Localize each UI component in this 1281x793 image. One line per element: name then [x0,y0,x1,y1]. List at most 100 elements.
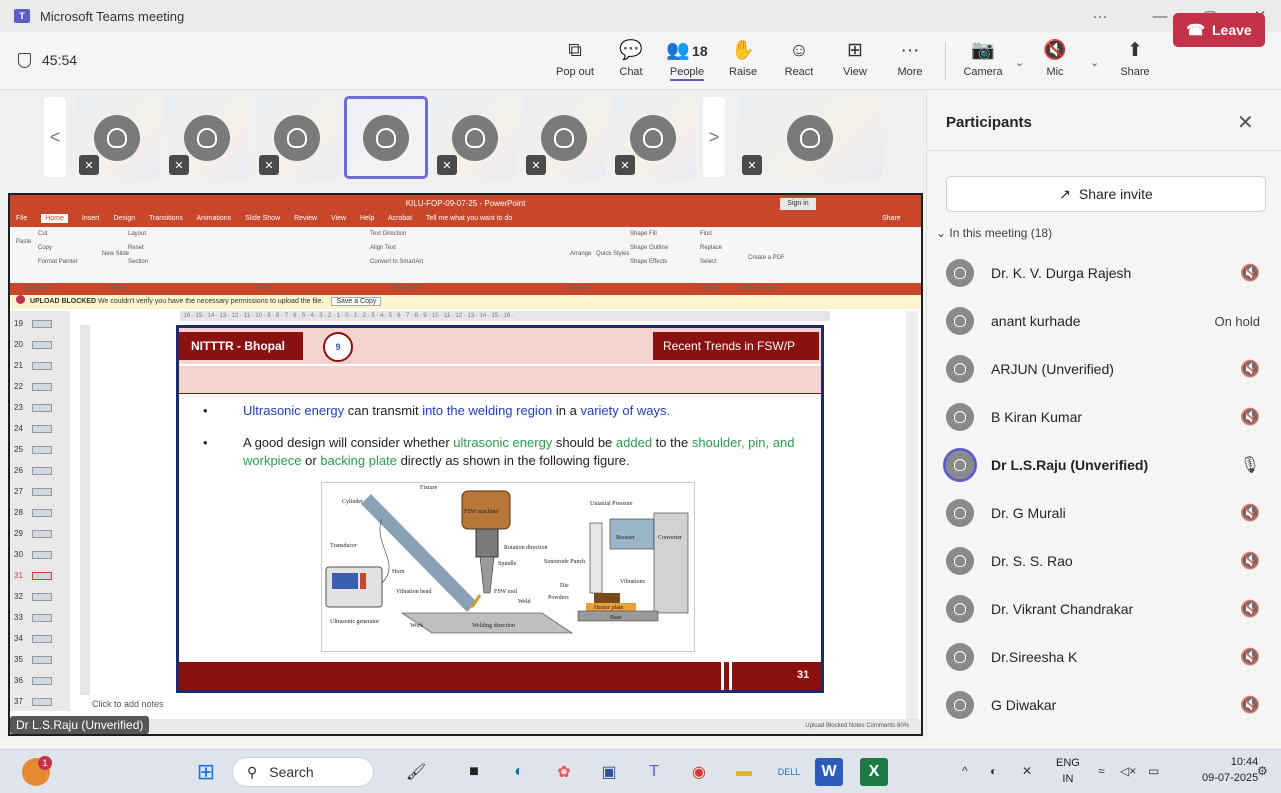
minimize-button[interactable]: — [1143,0,1177,32]
people-button[interactable]: 👥 18 People [662,40,712,86]
slide-thumbnail[interactable] [32,656,52,664]
slide-thumbnail[interactable] [32,677,52,685]
store-icon[interactable]: ▣ [595,758,623,786]
view-button[interactable]: ⊞ View [830,40,880,86]
camera-chevron-down-icon[interactable]: ⌄ [1015,56,1024,69]
camera-button[interactable]: 📷 Camera [958,40,1008,86]
ppt-shape-outline[interactable]: Shape Outline [630,245,668,251]
slide-thumb-number[interactable]: 20 [14,340,23,349]
in-meeting-section-toggle[interactable]: ⌄ In this meeting (18) [936,226,1052,240]
slide-thumbnail[interactable] [32,488,52,496]
ppt-tab-slideshow[interactable]: Slide Show [245,215,280,222]
copilot-icon[interactable]: ✿ [550,758,578,786]
ppt-tab-animations[interactable]: Animations [197,215,232,222]
popout-button[interactable]: ⧉ Pop out [550,40,600,86]
leave-button[interactable]: ☎ Leave [1173,13,1265,47]
slide-thumbnail-pane[interactable]: 19 20 21 22 23 24 25 26 27 28 29 30 31 32 33 34 35 36 37 [10,311,70,711]
slide-thumb-number[interactable]: 34 [14,634,23,643]
video-tile[interactable]: ✕ [522,96,606,179]
ppt-align-text[interactable]: Align Text [370,245,396,251]
share-invite-button[interactable]: ↗ Share invite [946,176,1266,212]
slide-thumbnail[interactable] [32,635,52,643]
edge-browser-icon[interactable]: ◐ [505,758,533,786]
ppt-layout[interactable]: Layout [128,231,146,237]
slide-thumb-number[interactable]: 29 [14,529,23,538]
slide-thumb-number[interactable]: 28 [14,508,23,517]
ppt-scrollbar[interactable] [906,311,918,731]
dell-icon[interactable]: DELL [775,758,803,786]
teams-taskbar-icon[interactable]: T [640,758,668,786]
slide-thumb-number[interactable]: 19 [14,319,23,328]
ppt-share-tab[interactable]: Share [882,215,901,222]
participant-row[interactable]: B Kiran Kumar 🔇 [940,397,1270,437]
slide-thumb-number[interactable]: 35 [14,655,23,664]
react-button[interactable]: ☺ React [774,40,824,86]
slide-thumbnail[interactable] [32,551,52,559]
close-panel-button[interactable]: ✕ [1237,110,1254,135]
ppt-find[interactable]: Find [700,231,712,237]
system-clock[interactable]: 10:44 09-07-2025 [1202,754,1258,786]
strip-prev-button[interactable]: < [44,97,66,177]
battery-icon[interactable]: ▭ [1148,764,1159,778]
mic-muted-tray-icon[interactable]: ✕ [1022,764,1032,778]
mic-button[interactable]: 🔇 Mic [1030,40,1080,86]
slide-thumb-number[interactable]: 33 [14,613,23,622]
slide-thumb-number[interactable]: 36 [14,676,23,685]
video-tile[interactable]: ✕ [738,96,882,179]
slide-thumbnail[interactable] [32,572,52,580]
slide-thumbnail[interactable] [32,383,52,391]
ppt-tab-file[interactable]: File [16,215,27,222]
ppt-section[interactable]: Section [128,259,148,265]
slide-thumb-number[interactable]: 27 [14,487,23,496]
participant-row[interactable]: anant kurhade On hold [940,301,1270,341]
ppt-shape-fill[interactable]: Shape Fill [630,231,657,237]
slide-thumbnail[interactable] [32,425,52,433]
notes-placeholder[interactable]: Click to add notes [92,699,164,709]
wifi-icon[interactable]: ≈ [1098,764,1105,778]
slide-thumb-number[interactable]: 26 [14,466,23,475]
save-copy-button[interactable]: Save a Copy [331,297,382,306]
slide-thumbnail[interactable] [32,467,52,475]
participant-row[interactable]: G Diwakar 🔇 [940,685,1270,725]
ppt-tab-help[interactable]: Help [360,215,374,222]
ppt-tab-insert[interactable]: Insert [82,215,100,222]
ppt-shape-effects[interactable]: Shape Effects [630,259,667,265]
excel-icon[interactable]: X [860,758,888,786]
notification-avatar-icon[interactable]: 1 [22,756,52,786]
ppt-text-direction[interactable]: Text Direction [370,231,406,237]
ppt-copy[interactable]: Copy [38,245,52,251]
notifications-icon[interactable]: ⚙ [1257,764,1268,778]
ppt-tab-view[interactable]: View [331,215,346,222]
slide-thumb-number[interactable]: 25 [14,445,23,454]
video-tile[interactable]: ✕ [611,96,695,179]
raise-hand-button[interactable]: ✋ Raise [718,40,768,86]
mic-chevron-down-icon[interactable]: ⌄ [1090,56,1099,69]
slide-thumb-number[interactable]: 31 [14,571,23,580]
slide-thumbnail[interactable] [32,530,52,538]
tray-app-icon[interactable]: ◐ [990,764,997,778]
ppt-paste[interactable]: Paste [16,239,31,245]
participant-row[interactable]: Dr.Sireesha K 🔇 [940,637,1270,677]
ppt-smartart[interactable]: Convert to SmartArt [370,259,423,265]
slide-thumbnail[interactable] [32,698,52,706]
slide-thumb-number[interactable]: 21 [14,361,23,370]
slide-thumbnail[interactable] [32,614,52,622]
share-button[interactable]: ⬆ Share [1110,40,1160,86]
ppt-select[interactable]: Select [700,259,717,265]
video-tile[interactable]: ✕ [433,96,517,179]
slide-thumbnail[interactable] [32,446,52,454]
strip-next-button[interactable]: > [703,97,725,177]
slide-thumb-number[interactable]: 24 [14,424,23,433]
slide-thumbnail[interactable] [32,362,52,370]
video-tile[interactable]: ✕ [75,96,159,179]
ppt-tab-acrobat[interactable]: Acrobat [388,215,412,222]
volume-muted-icon[interactable]: ◁× [1120,764,1136,778]
language-indicator[interactable]: ENG IN [1056,755,1080,787]
word-icon[interactable]: W [815,758,843,786]
slide-thumb-number[interactable]: 32 [14,592,23,601]
slide-thumb-number[interactable]: 30 [14,550,23,559]
chrome-icon[interactable]: ◉ [685,758,713,786]
ppt-cut[interactable]: Cut [38,231,47,237]
ppt-reset[interactable]: Reset [128,245,144,251]
video-tile[interactable]: ✕ [255,96,339,179]
